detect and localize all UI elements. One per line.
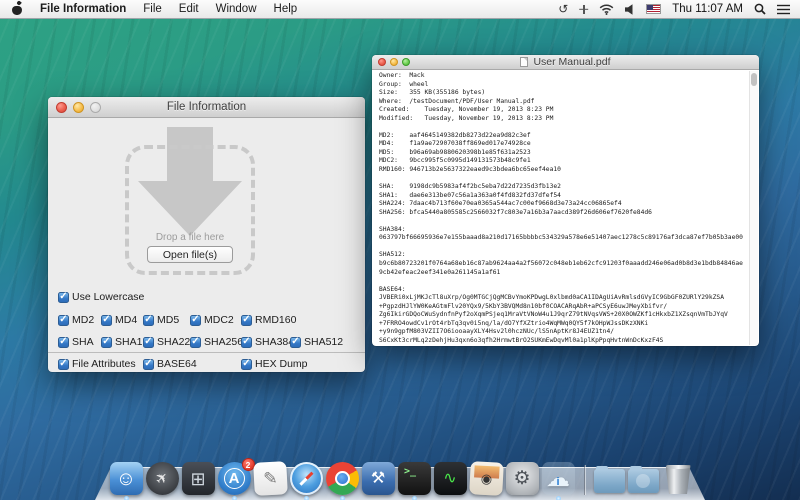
running-indicator <box>556 496 561 500</box>
dock-app-chrome[interactable] <box>326 462 359 495</box>
running-indicator <box>232 496 237 500</box>
document-icon <box>520 57 528 67</box>
zoom-button-disabled <box>90 102 101 113</box>
dock-app-terminal[interactable]: >_ <box>398 462 431 495</box>
menu-bar: File Information File Edit Window Help ↺ Th… <box>0 0 800 19</box>
menu-bar-clock[interactable]: Thu 11:07 AM <box>672 3 743 15</box>
close-button[interactable] <box>378 58 386 66</box>
dock-app-finder[interactable]: ☺ <box>110 462 143 495</box>
checkbox-checked-icon[interactable] <box>290 337 301 348</box>
dock-app-iphoto[interactable]: ◉ <box>469 461 504 496</box>
time-machine-icon[interactable]: ↺ <box>558 3 568 15</box>
checkbox-item[interactable]: SHA224 <box>143 336 190 348</box>
section-divider <box>48 352 365 353</box>
notification-center-icon[interactable] <box>777 4 790 15</box>
wifi-icon[interactable] <box>599 4 614 15</box>
dock-folder-documents[interactable] <box>594 469 625 493</box>
menu-item[interactable]: Edit <box>179 3 199 15</box>
checkbox-item[interactable]: SHA512 <box>290 336 359 348</box>
checkbox-checked-icon[interactable] <box>101 315 112 326</box>
desktop-wallpaper: File Information File Edit Window Help ↺ Th… <box>0 0 800 500</box>
drop-hint-label: Drop a file here <box>125 232 255 243</box>
checkbox-checked-icon[interactable] <box>241 315 252 326</box>
checkbox-checked-icon[interactable] <box>58 359 69 370</box>
checkbox-checked-icon[interactable] <box>190 337 201 348</box>
user-manual-pdf-window: User Manual.pdf Owner: Mack Group: wheel… <box>372 55 759 346</box>
app-menu-name[interactable]: File Information <box>40 3 126 15</box>
dock-folder-downloads[interactable] <box>628 469 659 493</box>
menu-item[interactable]: File <box>143 3 162 15</box>
dock-app-mission-control[interactable]: ⊞ <box>182 462 215 495</box>
checkbox-item[interactable]: MD2 <box>58 314 101 326</box>
volume-icon[interactable] <box>625 4 635 15</box>
running-indicator <box>412 496 417 500</box>
checkbox-checked-icon[interactable] <box>143 315 154 326</box>
checkbox-item[interactable]: Use Lowercase <box>58 291 359 303</box>
checkbox-item[interactable]: SHA384 <box>241 336 290 348</box>
checkbox-checked-icon[interactable] <box>143 359 154 370</box>
checkbox-checked-icon[interactable] <box>58 337 69 348</box>
dock-app-launchpad[interactable]: ✈ <box>146 462 179 495</box>
running-indicator <box>304 496 309 500</box>
minimize-button[interactable] <box>73 102 84 113</box>
menu-item[interactable]: Window <box>216 3 257 15</box>
checkbox-item[interactable]: HEX Dump <box>241 358 359 370</box>
running-indicator <box>124 496 129 500</box>
spotlight-icon[interactable] <box>754 3 766 15</box>
open-files-button[interactable]: Open file(s) <box>147 246 233 263</box>
dock-app-activity-monitor[interactable]: ∿ <box>434 462 467 495</box>
file-information-titlebar[interactable]: File Information <box>48 97 365 118</box>
checkbox-checked-icon[interactable] <box>101 337 112 348</box>
checkbox-item[interactable]: RMD160 <box>241 314 290 326</box>
dock-app-system-preferences[interactable]: ⚙ <box>506 462 539 495</box>
checkbox-item[interactable]: MD5 <box>143 314 190 326</box>
window-title: User Manual.pdf <box>372 56 759 68</box>
dock-separator <box>584 465 585 495</box>
dock-app-app-store[interactable]: A2 <box>218 462 251 495</box>
dock-app-xcode[interactable]: ⚒ <box>362 462 395 495</box>
dock-app-file-information[interactable]: ☁ <box>542 462 575 495</box>
checkbox-checked-icon[interactable] <box>58 292 69 303</box>
dock-app-safari[interactable] <box>290 462 323 495</box>
file-information-window: File Information Drop a file here Open f… <box>48 97 365 372</box>
input-source-flag-icon[interactable] <box>646 4 661 14</box>
running-indicator <box>340 496 345 500</box>
menu-item[interactable]: Help <box>274 3 298 15</box>
checkbox-item[interactable]: MD4 <box>101 314 143 326</box>
scrollbar-thumb[interactable] <box>751 73 757 86</box>
checkbox-checked-icon[interactable] <box>241 337 252 348</box>
pdf-window-titlebar[interactable]: User Manual.pdf <box>372 55 759 70</box>
apple-menu-icon[interactable] <box>12 3 23 15</box>
checkbox-item[interactable]: File Attributes <box>58 358 143 370</box>
checkbox-checked-icon[interactable] <box>241 359 252 370</box>
close-button[interactable] <box>56 102 67 113</box>
checkbox-item[interactable]: SHA256 <box>190 336 241 348</box>
dock-app-textedit[interactable]: ✎ <box>253 461 288 496</box>
checkbox-checked-icon[interactable] <box>143 337 154 348</box>
file-drop-zone[interactable]: Drop a file here Open file(s) <box>48 119 365 289</box>
bluetooth-icon[interactable] <box>579 5 588 14</box>
checkbox-item[interactable]: SHA1 <box>101 336 143 348</box>
trash-icon[interactable] <box>666 465 691 494</box>
checkbox-checked-icon[interactable] <box>190 315 201 326</box>
checkbox-item[interactable]: SHA <box>58 336 101 348</box>
checkbox-item[interactable]: MDC2 <box>190 314 241 326</box>
hash-report-text: Owner: Mack Group: wheel Size: 355 KB(35… <box>379 72 747 346</box>
zoom-button[interactable] <box>402 58 410 66</box>
dock: ☺✈⊞A2✎ ⚒>_∿◉⚙☁ <box>0 462 800 495</box>
scrollbar-track[interactable] <box>749 71 758 345</box>
minimize-button[interactable] <box>390 58 398 66</box>
checkbox-item[interactable]: BASE64 <box>143 358 241 370</box>
checkbox-checked-icon[interactable] <box>58 315 69 326</box>
